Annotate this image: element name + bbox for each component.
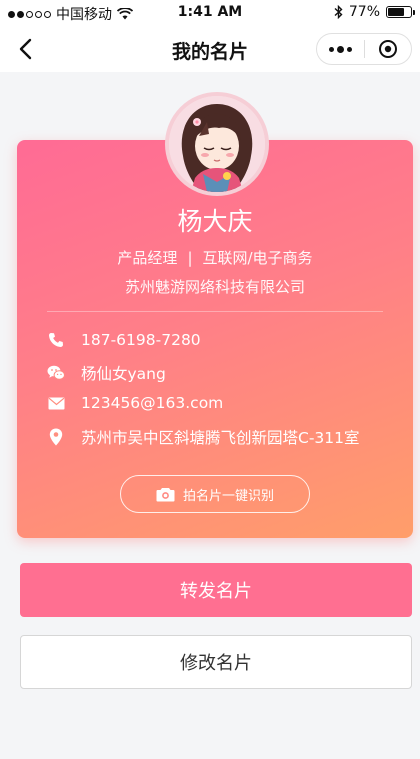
target-close-icon: [378, 40, 397, 58]
avatar[interactable]: [165, 92, 269, 196]
mini-program-capsule: [316, 33, 412, 65]
phone-row[interactable]: 187-6198-7280: [47, 331, 201, 349]
card-name: 杨大庆: [177, 207, 253, 236]
business-card: 杨大庆 产品经理 | 互联网/电子商务 苏州魅游网络科技有限公司 187-6198-…: [17, 140, 413, 538]
phone-number: 187-6198-7280: [81, 331, 201, 349]
title-separator: |: [187, 249, 193, 267]
card-company: 苏州魅游网络科技有限公司: [124, 278, 305, 296]
wechat-id: 杨仙女yang: [81, 365, 166, 383]
email-address: 123456@163.com: [81, 394, 224, 412]
scan-card-label: 拍名片一键识别: [182, 488, 274, 504]
close-mini-program-button[interactable]: [365, 34, 411, 64]
phone-icon: [47, 331, 65, 349]
location-pin-icon: [47, 428, 65, 446]
battery-icon: [386, 6, 415, 18]
address-text: 苏州市吴中区斜塘腾飞创新园塔C-311室: [81, 429, 360, 447]
avatar-illustration: [169, 96, 265, 192]
address-row[interactable]: 苏州市吴中区斜塘腾飞创新园塔C-311室: [47, 426, 360, 448]
battery-fill: [388, 8, 405, 16]
email-row[interactable]: 123456@163.com: [47, 394, 223, 412]
wechat-icon: [47, 364, 65, 382]
wechat-row[interactable]: 杨仙女yang: [47, 362, 166, 384]
status-bar: 中国移动 1:41 AM 77%: [0, 0, 420, 26]
camera-icon: [156, 487, 175, 501]
card-divider: [47, 311, 383, 312]
battery-percent: 77%: [348, 4, 380, 20]
status-right: 77%: [334, 4, 415, 20]
nav-bar: 我的名片: [0, 26, 420, 72]
card-title-line: 产品经理 | 互联网/电子商务: [17, 247, 413, 268]
card-industry: 互联网/电子商务: [202, 249, 313, 267]
forward-card-button[interactable]: 转发名片: [20, 563, 412, 617]
edit-card-button[interactable]: 修改名片: [20, 635, 412, 689]
mail-icon: [47, 394, 65, 412]
card-position: 产品经理: [117, 249, 178, 267]
bluetooth-icon: [334, 5, 343, 19]
scan-card-button[interactable]: 拍名片一键识别: [120, 475, 310, 513]
more-button[interactable]: [317, 34, 364, 64]
